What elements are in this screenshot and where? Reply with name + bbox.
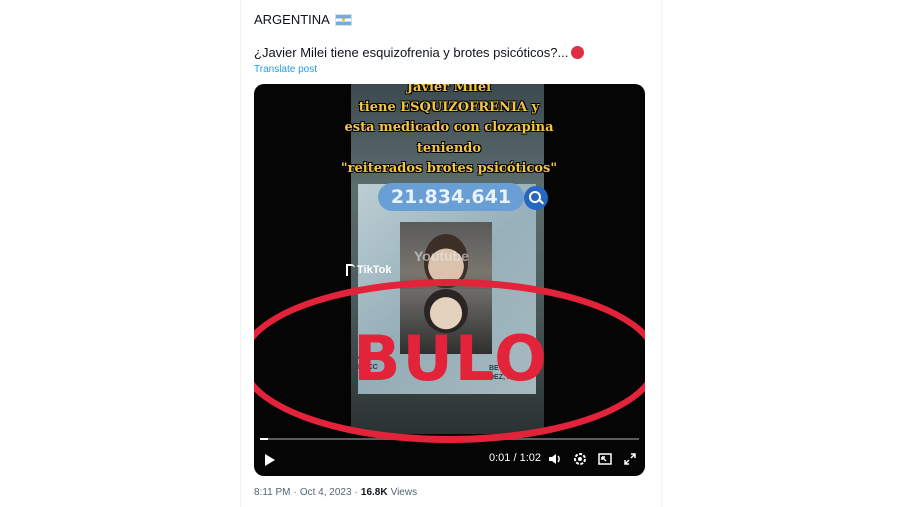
dni-number: 21.834.641 (378, 183, 524, 211)
post-text-content: ¿Javier Milei tiene esquizofrenia y brot… (254, 45, 569, 60)
pip-icon[interactable] (597, 451, 613, 467)
overlay-line-5: "reiterados brotes psicóticos" (340, 161, 558, 176)
bulo-stamp-text: BULO (353, 322, 549, 395)
post-author[interactable]: ARGENTINA (254, 12, 352, 27)
overlay-line-1: Javier Milei (406, 84, 492, 95)
tiktok-label: TikTok (357, 264, 392, 276)
meta-separator: · (293, 487, 297, 498)
red-circle-icon (571, 46, 585, 59)
volume-icon[interactable] (547, 451, 563, 467)
post-time[interactable]: 8:11 PM (254, 487, 291, 498)
fullscreen-icon[interactable] (622, 451, 638, 467)
video-player[interactable]: 21.834.641 Javier Milei tiene ESQUIZOFRE… (254, 84, 645, 476)
search-icon (524, 186, 548, 210)
overlay-line-3: esta medicado con clozapina (344, 120, 554, 135)
argentina-flag-icon (334, 13, 352, 26)
video-time: 0:01 / 1:02 (489, 452, 541, 464)
post-text: ¿Javier Milei tiene esquizofrenia y brot… (254, 45, 585, 60)
post-card: ARGENTINA ¿Javier Milei tiene esquizofre… (240, 0, 662, 507)
author-name[interactable]: ARGENTINA (254, 12, 330, 27)
overlay-line-4: teniendo (416, 141, 482, 156)
play-icon[interactable] (265, 454, 275, 466)
meta-separator-2: · (354, 487, 358, 498)
overlay-line-2: tiene ESQUIZOFRENIA y (358, 100, 540, 115)
tiktok-watermark: TikTok (346, 264, 391, 276)
video-progress-fill (260, 438, 268, 440)
settings-icon[interactable] (572, 451, 588, 467)
post-date[interactable]: Oct 4, 2023 (300, 487, 352, 498)
tiktok-icon (346, 264, 355, 276)
translate-post-link[interactable]: Translate post (254, 64, 317, 75)
views-label: Views (390, 487, 418, 498)
post-meta: 8:11 PM · Oct 4, 2023 · 16.8K Views (254, 487, 417, 498)
views-count: 16.8K (360, 487, 388, 498)
youtube-watermark: Youtube (414, 248, 469, 264)
